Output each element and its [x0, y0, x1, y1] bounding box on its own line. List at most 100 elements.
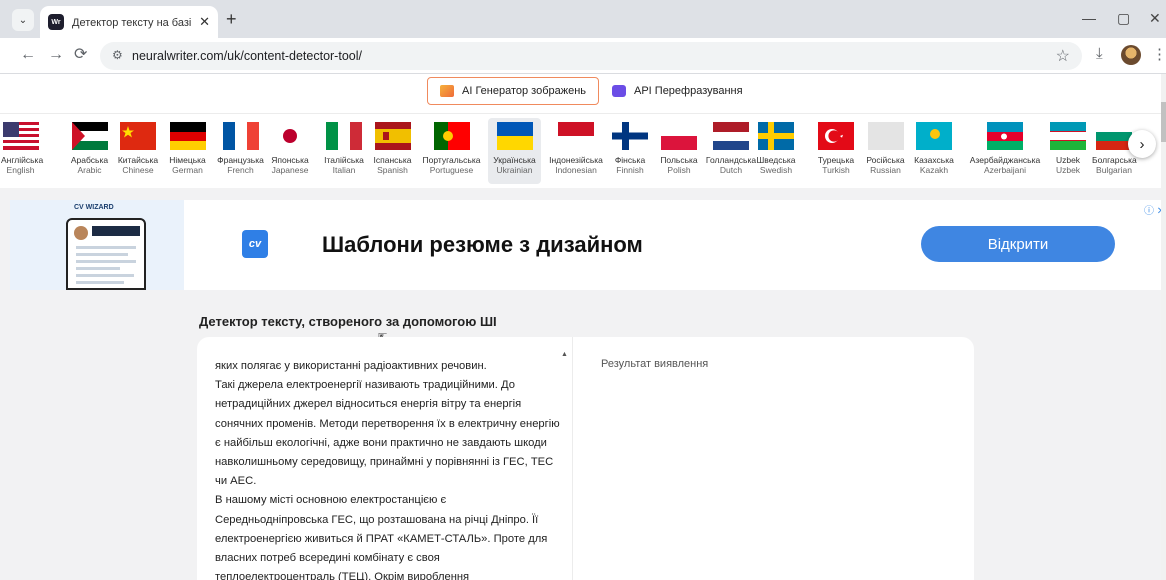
tab-search-icon[interactable]: ⌄ [12, 9, 34, 31]
ad-open-button[interactable]: Відкрити [921, 226, 1115, 262]
language-native-name: Німецька [169, 155, 206, 165]
language-option-ukrainian[interactable]: Українська Ukrainian [488, 118, 541, 184]
ukrainian-flag-icon [496, 122, 533, 150]
page-scroll-thumb[interactable] [1161, 102, 1166, 142]
language-option-french[interactable]: Французька French [213, 118, 268, 184]
language-option-uzbek[interactable]: Uzbek Uzbek [1050, 118, 1086, 184]
language-option-russian[interactable]: Російська Russian [863, 118, 908, 184]
text-input-area[interactable]: яких полягає у використанні радіоактивни… [197, 337, 573, 580]
language-english-name: Spanish [377, 165, 408, 175]
language-option-portuguese[interactable]: Португальська Portuguese [421, 118, 482, 184]
scroll-up-icon[interactable]: ▲ [561, 351, 568, 358]
language-option-azerbaijani[interactable]: Азербайджанська Azerbaijani [964, 118, 1046, 184]
language-selector: Англійська English Арабська Arabic Китайська… [0, 114, 1166, 188]
restore-button[interactable]: ▢ [1117, 10, 1130, 27]
language-native-name: Болгарська [1092, 155, 1137, 165]
new-tab-button[interactable]: + [226, 9, 237, 29]
back-icon[interactable]: ← [20, 45, 36, 65]
language-native-name: Українська [493, 155, 536, 165]
minimize-button[interactable]: — [1082, 10, 1096, 26]
language-native-name: Голландська [705, 155, 757, 165]
language-option-finnish[interactable]: Фінська Finnish [610, 118, 650, 184]
image-generator-button[interactable]: AI Генератор зображень [427, 77, 600, 105]
language-option-english[interactable]: Англійська English [1, 118, 44, 184]
language-option-swedish[interactable]: Шведська Swedish [755, 118, 797, 184]
language-native-name: Індонезійська [549, 155, 603, 165]
language-native-name: Шведська [756, 155, 796, 165]
language-native-name: Португальська [422, 155, 481, 165]
tab-close-icon[interactable]: ✕ [199, 14, 210, 30]
bulgarian-flag-icon [1096, 122, 1132, 150]
ad-image: CV WIZARD [10, 200, 184, 290]
advertisement-banner[interactable]: CV WIZARD cv Шаблони резюме з дизайном В… [10, 200, 1166, 290]
language-native-name: Англійська [1, 155, 44, 165]
browser-toolbar: ← → ⟳ ⚙ neuralwriter.com/uk/content-dete… [0, 38, 1166, 74]
language-option-polish[interactable]: Польська Polish [655, 118, 703, 184]
url-text[interactable]: neuralwriter.com/uk/content-detector-too… [132, 49, 362, 63]
cv-logo-icon: cv [242, 230, 268, 258]
language-option-kazakh[interactable]: Казахська Kazakh [913, 118, 955, 184]
paraphrase-api-button[interactable]: API Перефразування [600, 77, 755, 105]
window-close-button[interactable]: ✕ [1149, 10, 1161, 27]
site-info-icon[interactable]: ⚙ [112, 48, 123, 62]
language-native-name: Фінська [614, 155, 646, 165]
page-content: AI Генератор зображень API Перефразуванн… [0, 74, 1166, 580]
language-english-name: English [6, 165, 35, 175]
detection-result-label: Результат виявлення [601, 358, 709, 370]
input-scrollbar[interactable]: ▲ [559, 351, 569, 580]
language-native-name: Польська [660, 155, 698, 165]
api-icon [612, 85, 626, 97]
bookmark-star-icon[interactable]: ☆ [1056, 46, 1070, 66]
profile-avatar[interactable] [1121, 45, 1141, 65]
language-english-name: Turkish [822, 165, 850, 175]
spanish-flag-icon [374, 122, 411, 150]
forward-icon[interactable]: → [48, 45, 64, 65]
language-english-name: Arabic [77, 165, 102, 175]
address-bar[interactable]: ⚙ neuralwriter.com/uk/content-detector-t… [100, 42, 1082, 70]
page-scrollbar[interactable] [1161, 74, 1166, 580]
paraphrase-api-label: API Перефразування [634, 85, 743, 97]
download-icon[interactable]: ⤓ [1096, 45, 1103, 62]
indonesian-flag-icon [558, 122, 594, 150]
language-native-name: Італійська [324, 155, 364, 165]
language-native-name: Азербайджанська [969, 155, 1041, 165]
language-option-spanish[interactable]: Іспанська Spanish [371, 118, 414, 184]
russian-flag-icon [867, 122, 904, 150]
browser-menu-icon[interactable]: ⋮ [1152, 45, 1166, 63]
language-option-turkish[interactable]: Турецька Turkish [815, 118, 857, 184]
language-english-name: Finnish [616, 165, 644, 175]
english-flag-icon [2, 122, 39, 150]
language-option-german[interactable]: Німецька German [166, 118, 209, 184]
reload-icon[interactable]: ⟳ [74, 45, 87, 65]
language-english-name: Ukrainian [496, 165, 533, 175]
language-option-italian[interactable]: Італійська Italian [323, 118, 365, 184]
uzbek-flag-icon [1050, 122, 1086, 150]
language-english-name: German [172, 165, 203, 175]
language-native-name: Японська [271, 155, 309, 165]
input-text[interactable]: яких полягає у використанні радіоактивни… [215, 357, 560, 580]
language-english-name: Uzbek [1055, 165, 1081, 175]
site-favicon-icon: Wr [48, 14, 64, 30]
language-option-arabic[interactable]: Арабська Arabic [69, 118, 110, 184]
language-native-name: Китайська [117, 155, 159, 165]
language-next-button[interactable]: › [1128, 130, 1156, 158]
language-option-japanese[interactable]: Японська Japanese [269, 118, 311, 184]
portuguese-flag-icon [433, 122, 470, 150]
language-english-name: Portuguese [429, 165, 474, 175]
language-english-name: French [227, 165, 254, 175]
language-option-dutch[interactable]: Голландська Dutch [704, 118, 758, 184]
language-option-chinese[interactable]: Китайська Chinese [117, 118, 159, 184]
arabic-flag-icon [71, 122, 108, 150]
language-option-indonesian[interactable]: Індонезійська Indonesian [545, 118, 607, 184]
language-english-name: Polish [667, 165, 691, 175]
image-icon [440, 85, 454, 97]
language-english-name: Japanese [271, 165, 309, 175]
browser-tab[interactable]: Wr Детектор тексту на базі ШІ ▶ ✕ [40, 6, 218, 38]
french-flag-icon [222, 122, 259, 150]
polish-flag-icon [661, 122, 697, 150]
language-native-name: Російська [866, 155, 905, 165]
detector-card: яких полягає у використанні радіоактивни… [197, 337, 974, 580]
tab-title: Детектор тексту на базі ШІ ▶ [72, 16, 193, 29]
tab-strip: ⌄ Wr Детектор тексту на базі ШІ ▶ ✕ + — … [0, 0, 1166, 38]
japanese-flag-icon [272, 122, 308, 150]
